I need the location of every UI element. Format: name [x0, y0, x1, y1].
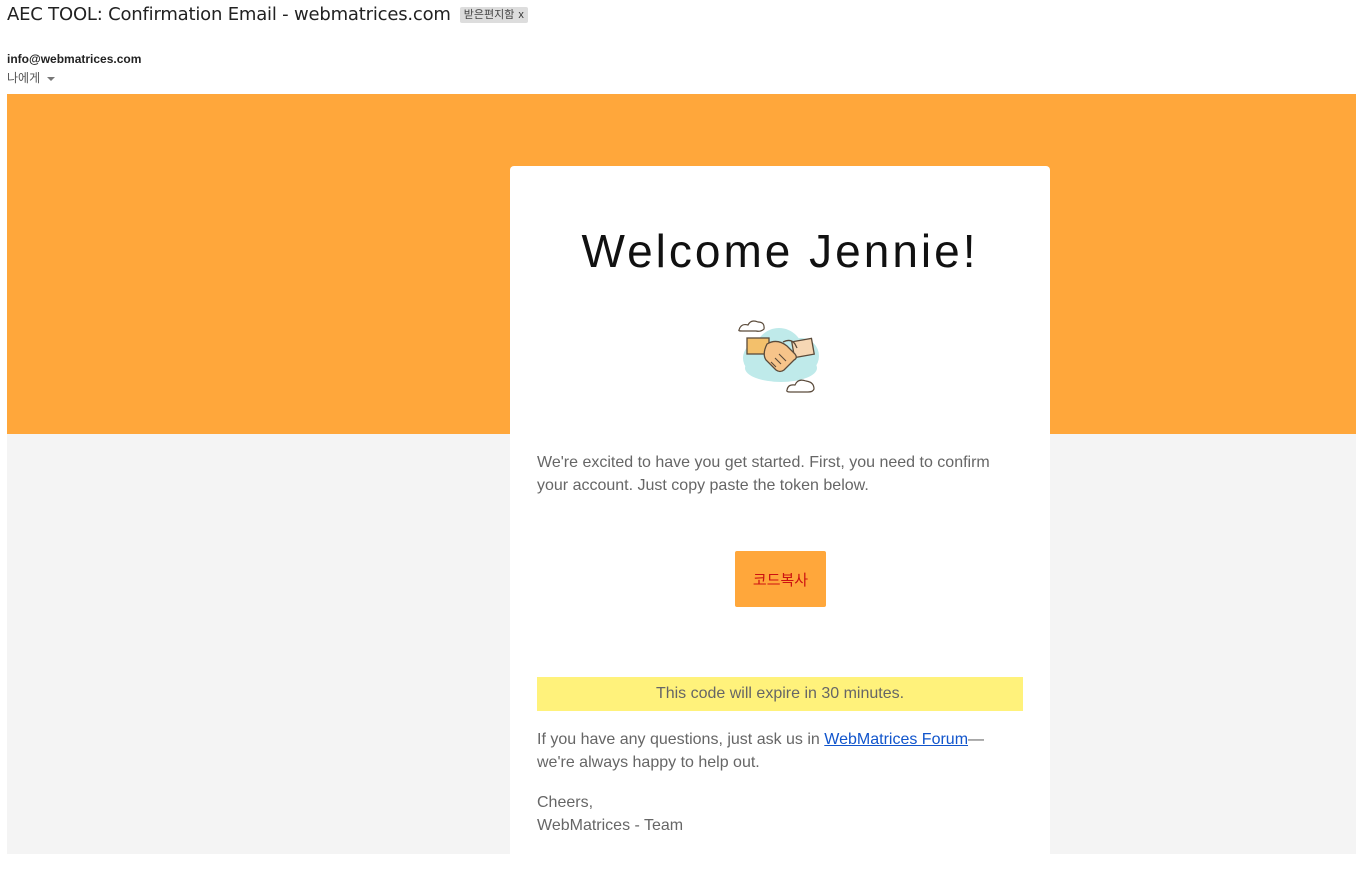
email-card: Welcome Jennie! We're excited to have yo… — [510, 166, 1050, 886]
recipient-dropdown[interactable]: 나에게 — [7, 69, 56, 86]
forum-link[interactable]: WebMatrices Forum — [824, 731, 968, 748]
recipient-label: 나에게 — [7, 71, 41, 85]
email-subject: AEC TOOL: Confirmation Email - webmatric… — [7, 3, 451, 25]
questions-text: If you have any questions, just ask us i… — [537, 728, 1023, 774]
inbox-label-chip[interactable]: 받은편지함 x — [459, 7, 528, 23]
chevron-down-icon — [47, 76, 56, 81]
subject-row: AEC TOOL: Confirmation Email - webmatric… — [7, 2, 528, 26]
handshake-icon — [738, 320, 819, 393]
expire-notice: This code will expire in 30 minutes. — [537, 677, 1023, 711]
email-body-canvas: Welcome Jennie! We're excited to have yo… — [7, 94, 1356, 886]
welcome-title: Welcome Jennie! — [581, 225, 979, 277]
sender-address: info@webmatrices.com — [7, 52, 142, 66]
copy-code-button[interactable]: 코드복사 — [735, 551, 826, 607]
intro-text: We're excited to have you get started. F… — [537, 454, 990, 494]
questions-prefix: If you have any questions, just ask us i… — [537, 731, 825, 748]
remove-label-button[interactable]: x — [518, 7, 524, 23]
cheers-text: Cheers, — [537, 794, 594, 811]
signoff: Cheers, WebMatrices - Team — [537, 791, 1023, 837]
team-signature: WebMatrices - Team — [537, 817, 684, 834]
inbox-label-text: 받은편지함 — [463, 9, 515, 21]
